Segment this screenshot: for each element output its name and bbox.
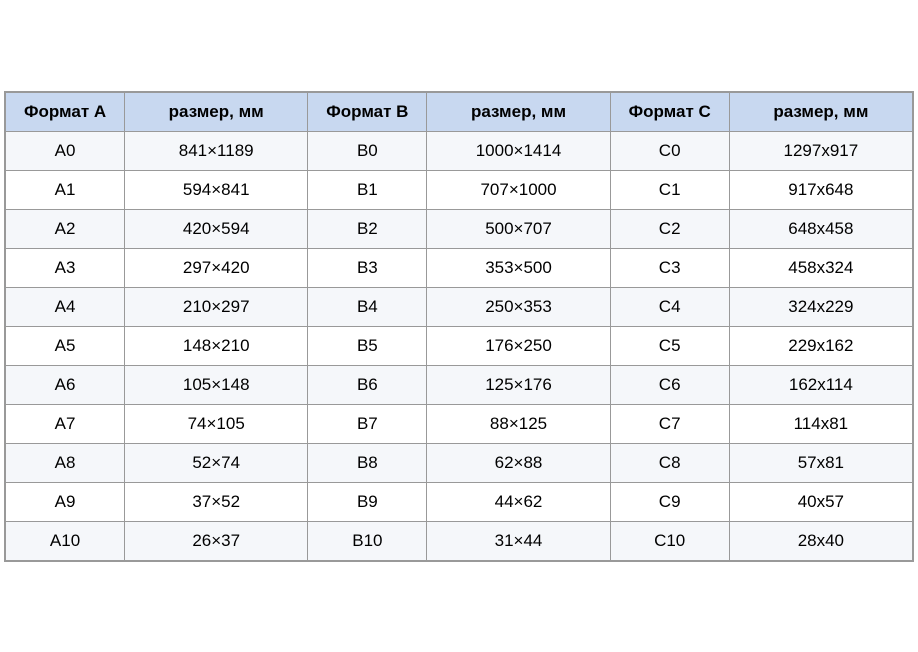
table-cell: A6 [6, 365, 125, 404]
table-cell: B0 [308, 131, 427, 170]
table-cell: 31×44 [427, 521, 610, 560]
table-cell: A2 [6, 209, 125, 248]
table-cell: 458x324 [729, 248, 912, 287]
header-row: Формат A размер, мм Формат B размер, мм … [6, 92, 913, 131]
table-cell: B3 [308, 248, 427, 287]
table-cell: 1297x917 [729, 131, 912, 170]
table-cell: 88×125 [427, 404, 610, 443]
table-row: A6105×148B6125×176C6162x114 [6, 365, 913, 404]
table-cell: 594×841 [125, 170, 308, 209]
table-cell: 37×52 [125, 482, 308, 521]
table-row: A0841×1189B01000×1414C01297x917 [6, 131, 913, 170]
table-cell: C8 [610, 443, 729, 482]
table-cell: C1 [610, 170, 729, 209]
table-cell: B1 [308, 170, 427, 209]
paper-sizes-table-wrapper: Формат A размер, мм Формат B размер, мм … [4, 91, 914, 562]
table-cell: A8 [6, 443, 125, 482]
table-row: A4210×297B4250×353C4324x229 [6, 287, 913, 326]
table-cell: 148×210 [125, 326, 308, 365]
table-row: A1594×841B1707×1000C1917x648 [6, 170, 913, 209]
table-cell: A9 [6, 482, 125, 521]
table-cell: 125×176 [427, 365, 610, 404]
table-cell: C4 [610, 287, 729, 326]
table-cell: 297×420 [125, 248, 308, 287]
table-cell: C6 [610, 365, 729, 404]
table-cell: C2 [610, 209, 729, 248]
table-cell: A4 [6, 287, 125, 326]
table-cell: 74×105 [125, 404, 308, 443]
table-cell: B8 [308, 443, 427, 482]
header-size-c: размер, мм [729, 92, 912, 131]
table-row: A852×74B862×88C857x81 [6, 443, 913, 482]
table-cell: 105×148 [125, 365, 308, 404]
table-cell: 162x114 [729, 365, 912, 404]
table-cell: 353×500 [427, 248, 610, 287]
table-cell: A1 [6, 170, 125, 209]
table-cell: 62×88 [427, 443, 610, 482]
header-format-b: Формат B [308, 92, 427, 131]
table-cell: 26×37 [125, 521, 308, 560]
table-cell: C7 [610, 404, 729, 443]
table-cell: 250×353 [427, 287, 610, 326]
table-cell: 28x40 [729, 521, 912, 560]
header-size-a: размер, мм [125, 92, 308, 131]
table-cell: A5 [6, 326, 125, 365]
table-cell: 114x81 [729, 404, 912, 443]
table-cell: A3 [6, 248, 125, 287]
table-row: A3297×420B3353×500C3458x324 [6, 248, 913, 287]
header-format-a: Формат A [6, 92, 125, 131]
table-cell: 841×1189 [125, 131, 308, 170]
header-format-c: Формат C [610, 92, 729, 131]
table-cell: A10 [6, 521, 125, 560]
table-cell: 648x458 [729, 209, 912, 248]
table-cell: 57x81 [729, 443, 912, 482]
table-cell: 44×62 [427, 482, 610, 521]
table-cell: 917x648 [729, 170, 912, 209]
table-cell: C3 [610, 248, 729, 287]
table-cell: B7 [308, 404, 427, 443]
table-cell: 176×250 [427, 326, 610, 365]
table-cell: A7 [6, 404, 125, 443]
table-cell: C10 [610, 521, 729, 560]
table-row: A774×105B788×125C7114x81 [6, 404, 913, 443]
table-row: A5148×210B5176×250C5229x162 [6, 326, 913, 365]
table-cell: B9 [308, 482, 427, 521]
table-cell: 40x57 [729, 482, 912, 521]
table-cell: C5 [610, 326, 729, 365]
table-cell: 52×74 [125, 443, 308, 482]
table-row: A937×52B944×62C940x57 [6, 482, 913, 521]
table-row: A1026×37B1031×44C1028x40 [6, 521, 913, 560]
table-cell: 707×1000 [427, 170, 610, 209]
table-cell: B2 [308, 209, 427, 248]
table-cell: C9 [610, 482, 729, 521]
table-cell: B10 [308, 521, 427, 560]
table-cell: A0 [6, 131, 125, 170]
table-cell: C0 [610, 131, 729, 170]
table-cell: 210×297 [125, 287, 308, 326]
header-size-b: размер, мм [427, 92, 610, 131]
table-cell: B5 [308, 326, 427, 365]
table-cell: 1000×1414 [427, 131, 610, 170]
paper-sizes-table: Формат A размер, мм Формат B размер, мм … [5, 92, 913, 561]
table-cell: B6 [308, 365, 427, 404]
table-row: A2420×594B2500×707C2648x458 [6, 209, 913, 248]
table-cell: 324x229 [729, 287, 912, 326]
table-cell: B4 [308, 287, 427, 326]
table-cell: 500×707 [427, 209, 610, 248]
table-cell: 420×594 [125, 209, 308, 248]
table-cell: 229x162 [729, 326, 912, 365]
